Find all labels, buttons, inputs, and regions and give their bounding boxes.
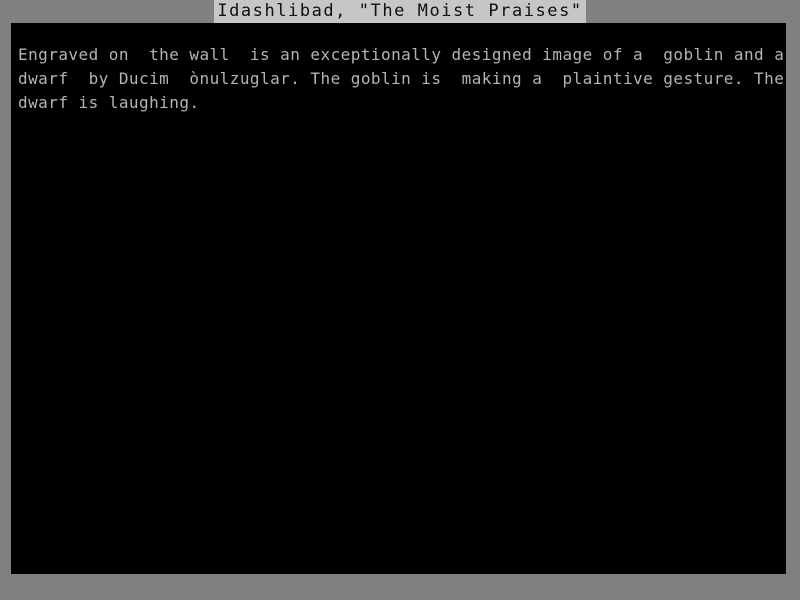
description-line: Engraved on the wall is an exceptionally… xyxy=(18,45,785,64)
description-line: dwarf by Ducim ònulzuglar. The goblin is… xyxy=(18,69,785,88)
window-title: Idashlibad, "The Moist Praises" xyxy=(214,0,586,23)
title-bar: Idashlibad, "The Moist Praises" xyxy=(0,0,800,23)
engraving-description-text: Engraved on the wall is an exceptionally… xyxy=(18,43,786,115)
description-line: dwarf is laughing. xyxy=(18,93,200,112)
content-viewport[interactable]: Engraved on the wall is an exceptionally… xyxy=(11,23,786,574)
game-window: Idashlibad, "The Moist Praises" Engraved… xyxy=(0,0,800,600)
